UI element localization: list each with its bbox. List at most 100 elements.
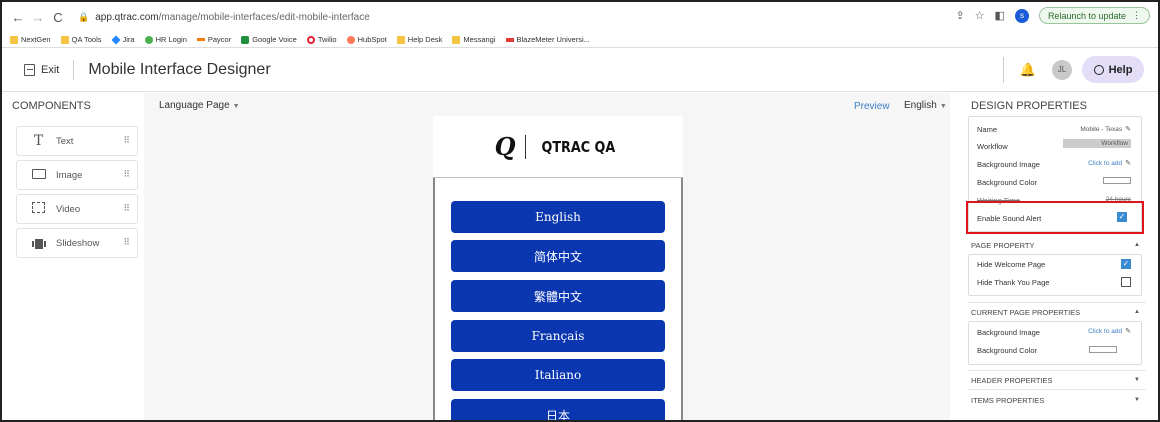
bookmark-label: Twilio bbox=[317, 35, 337, 44]
help-button[interactable]: Help bbox=[1082, 56, 1144, 83]
current-bg-image-add[interactable]: Click to add ✎ bbox=[1088, 327, 1131, 336]
blazemeter-icon bbox=[505, 37, 514, 42]
chevron-down-icon: ▼ bbox=[232, 103, 240, 110]
bookmark-blazemeter[interactable]: BlazeMeter Universi... bbox=[505, 35, 590, 44]
star-icon[interactable]: ☆ bbox=[975, 9, 985, 22]
component-video[interactable]: Video ⠿ bbox=[16, 194, 138, 224]
chevron-up-icon: ▲ bbox=[1134, 309, 1140, 315]
folder-icon bbox=[452, 35, 461, 44]
section-divider bbox=[968, 370, 1146, 371]
share-icon[interactable]: ⇪ bbox=[955, 9, 964, 22]
bookmark-qa-tools[interactable]: QA Tools bbox=[60, 35, 102, 44]
workflow-label: Workflow bbox=[977, 142, 1008, 151]
language-button-traditional-chinese[interactable]: 繁體中文 bbox=[451, 280, 665, 312]
help-label: Help bbox=[1108, 63, 1133, 76]
current-bg-color-swatch[interactable] bbox=[1089, 346, 1117, 353]
bookmark-label: NextGen bbox=[21, 35, 51, 44]
screenshot-frame: ← → C 🔒 app.qtrac.com/manage/mobile-inte… bbox=[0, 0, 1160, 422]
exit-icon bbox=[24, 64, 35, 76]
text-icon: T bbox=[33, 133, 44, 149]
drag-handle-icon[interactable]: ⠿ bbox=[123, 203, 130, 214]
folder-icon bbox=[396, 35, 405, 44]
phone-preview: Q QTRAC QA English 简体中文 繁體中文 Français It… bbox=[433, 116, 683, 420]
header-properties-header[interactable]: HEADER PROPERTIES ▼ bbox=[968, 373, 1146, 387]
avatar[interactable]: JL bbox=[1052, 59, 1072, 80]
address-bar[interactable]: app.qtrac.com/manage/mobile-interfaces/e… bbox=[95, 12, 370, 23]
sidepanel-icon[interactable]: ◧ bbox=[995, 9, 1005, 22]
component-slideshow[interactable]: Slideshow ⠿ bbox=[16, 228, 138, 258]
bookmark-help-desk[interactable]: Help Desk bbox=[396, 35, 443, 44]
bookmark-label: BlazeMeter Universi... bbox=[516, 35, 590, 44]
workflow-select[interactable]: Workflow bbox=[1063, 139, 1131, 148]
page-title: Mobile Interface Designer bbox=[88, 61, 271, 78]
name-label: Name bbox=[977, 125, 998, 134]
logo-header[interactable]: Q QTRAC QA bbox=[433, 116, 683, 178]
profile-avatar[interactable]: s bbox=[1014, 8, 1029, 23]
help-icon bbox=[1093, 64, 1104, 75]
component-label: Image bbox=[56, 169, 83, 181]
name-value[interactable]: Mobile - Texas ✎ bbox=[1080, 125, 1131, 134]
highlight-box bbox=[966, 201, 1144, 234]
bookmark-paycor[interactable]: Paycor bbox=[196, 35, 231, 44]
forward-icon[interactable]: → bbox=[28, 10, 48, 25]
drag-handle-icon[interactable]: ⠿ bbox=[123, 237, 130, 248]
language-button-english[interactable]: English bbox=[451, 201, 665, 233]
page-select-value: Language Page bbox=[159, 100, 230, 111]
logo-text: QTRAC QA bbox=[541, 137, 615, 156]
section-title: PAGE PROPERTY bbox=[971, 240, 1035, 250]
bookmark-hubspot[interactable]: HubSpot bbox=[346, 35, 387, 44]
current-page-properties-header[interactable]: CURRENT PAGE PROPERTIES ▲ bbox=[968, 305, 1146, 319]
bookmark-google-voice[interactable]: Google Voice bbox=[241, 35, 297, 44]
click-to-add-link: Click to add bbox=[1088, 327, 1123, 335]
background-image-add[interactable]: Click to add ✎ bbox=[1088, 159, 1131, 168]
reload-icon[interactable]: C bbox=[48, 10, 68, 25]
section-title: ITEMS PROPERTIES bbox=[971, 395, 1045, 405]
bookmark-jira[interactable]: Jira bbox=[110, 34, 135, 45]
hide-welcome-label: Hide Welcome Page bbox=[977, 260, 1046, 269]
bookmark-label: Help Desk bbox=[407, 35, 443, 44]
folder-icon bbox=[60, 35, 69, 44]
language-button-japanese[interactable]: 日本 bbox=[451, 399, 665, 420]
slideshow-icon bbox=[31, 236, 46, 250]
qtrac-logo-icon: Q bbox=[494, 132, 516, 161]
bookmark-hr-login[interactable]: HR Login bbox=[144, 35, 187, 44]
page-property-header[interactable]: PAGE PROPERTY ▲ bbox=[968, 238, 1146, 252]
bookmark-twilio[interactable]: Twilio bbox=[306, 35, 337, 44]
drag-handle-icon[interactable]: ⠿ bbox=[123, 169, 130, 180]
components-title: COMPONENTS bbox=[12, 100, 91, 112]
back-icon[interactable]: ← bbox=[8, 10, 28, 25]
lock-icon: 🔒 bbox=[78, 11, 90, 22]
pencil-icon: ✎ bbox=[1125, 126, 1131, 133]
section-title: HEADER PROPERTIES bbox=[971, 375, 1053, 385]
section-title: CURRENT PAGE PROPERTIES bbox=[971, 307, 1081, 317]
items-properties-header[interactable]: ITEMS PROPERTIES ▼ bbox=[968, 393, 1146, 407]
logo-divider bbox=[524, 134, 526, 159]
language-button-italian[interactable]: Italiano bbox=[451, 359, 665, 391]
relaunch-button[interactable]: Relaunch to update ⋮ bbox=[1038, 7, 1150, 24]
header-divider bbox=[73, 60, 75, 80]
language-select[interactable]: English ▼ bbox=[904, 100, 947, 111]
component-image[interactable]: Image ⠿ bbox=[16, 160, 138, 190]
hide-thankyou-checkbox[interactable] bbox=[1121, 277, 1131, 287]
current-page-properties-box: Background Image Click to add ✎ Backgroun… bbox=[968, 321, 1142, 365]
folder-icon bbox=[10, 35, 18, 44]
click-to-add-link: Click to add bbox=[1088, 159, 1123, 167]
exit-button[interactable]: Exit bbox=[24, 64, 59, 76]
bookmark-label: QA Tools bbox=[71, 35, 102, 44]
background-color-swatch[interactable] bbox=[1103, 177, 1131, 184]
component-text[interactable]: T Text ⠿ bbox=[16, 126, 138, 156]
hubspot-icon bbox=[346, 35, 355, 44]
drag-handle-icon[interactable]: ⠿ bbox=[123, 135, 130, 146]
hide-welcome-checkbox[interactable]: ✓ bbox=[1121, 259, 1131, 269]
page-select[interactable]: Language Page ▼ bbox=[159, 100, 240, 111]
bookmark-messangi[interactable]: Messangi bbox=[452, 35, 496, 44]
bookmark-nextgen[interactable]: NextGen bbox=[10, 35, 51, 44]
paycor-icon bbox=[196, 38, 205, 41]
bell-icon[interactable]: 🔔 bbox=[1020, 62, 1036, 78]
preview-link[interactable]: Preview bbox=[854, 101, 890, 112]
language-button-simplified-chinese[interactable]: 简体中文 bbox=[451, 240, 665, 272]
language-button-french[interactable]: Français bbox=[451, 320, 665, 352]
chevron-down-icon: ▼ bbox=[939, 103, 947, 110]
exit-label: Exit bbox=[41, 64, 60, 76]
twilio-icon bbox=[306, 35, 315, 44]
